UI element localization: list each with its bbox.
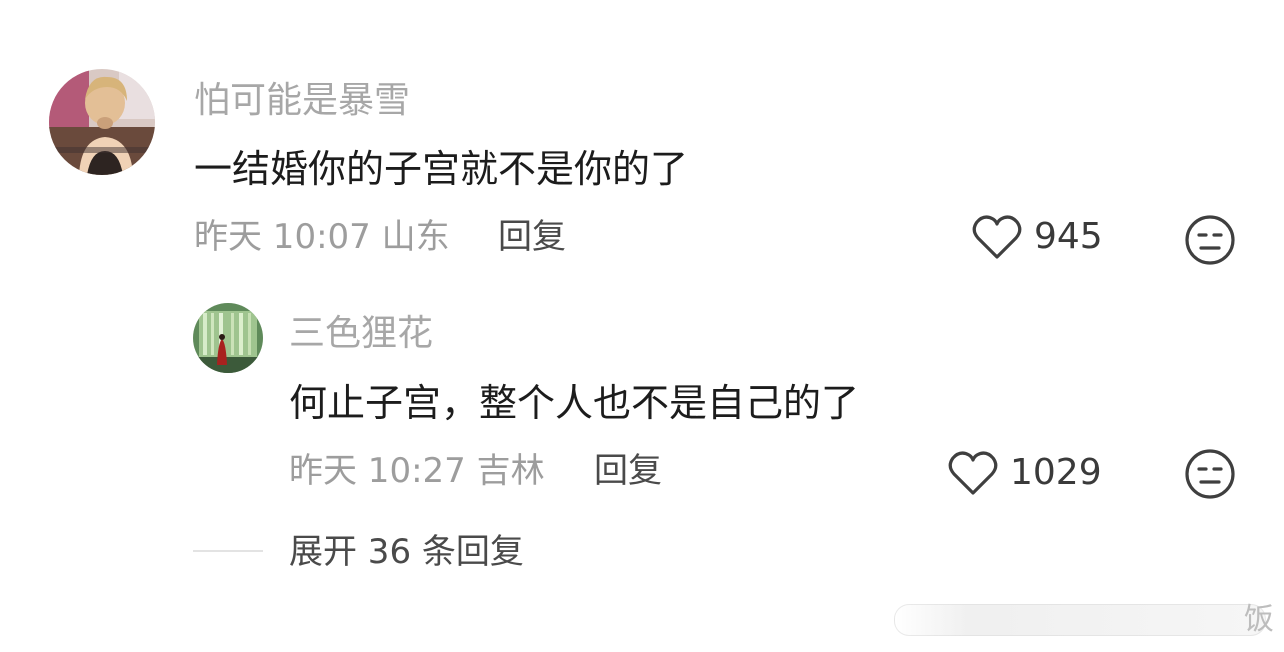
avatar-image [193,303,263,373]
heart-outline-icon [972,215,1022,259]
watermark-text: 饭 [1244,602,1274,637]
heart-outline-icon [948,451,998,495]
avatar[interactable] [193,303,263,373]
dislike-button[interactable] [1184,448,1236,504]
comment-text: 一结婚你的子宫就不是你的了 [194,147,689,191]
watermark: 饭 [894,604,1274,636]
like-button[interactable]: 945 [972,214,1103,260]
unhappy-face-icon [1185,215,1235,265]
comment-meta: 昨天 10:07 山东 [194,217,450,257]
dislike-button[interactable] [1184,214,1236,270]
avatar-image [49,69,155,175]
like-button[interactable]: 1029 [948,450,1102,496]
reply-text: 何止子宫，整个人也不是自己的了 [289,381,860,425]
reply-username[interactable]: 三色狸花 [289,316,433,352]
expand-replies-button[interactable]: 展开 36 条回复 [289,535,524,569]
reply-button[interactable]: 回复 [498,220,566,254]
comment-username[interactable]: 怕可能是暴雪 [194,83,410,119]
reply-meta: 昨天 10:27 吉林 [289,451,545,491]
reply-button[interactable]: 回复 [594,454,662,488]
expand-divider [193,550,263,552]
watermark-bar [894,604,1266,636]
like-count: 945 [1034,216,1103,257]
unhappy-face-icon [1185,449,1235,499]
avatar[interactable] [49,69,155,175]
like-count: 1029 [1010,452,1102,493]
